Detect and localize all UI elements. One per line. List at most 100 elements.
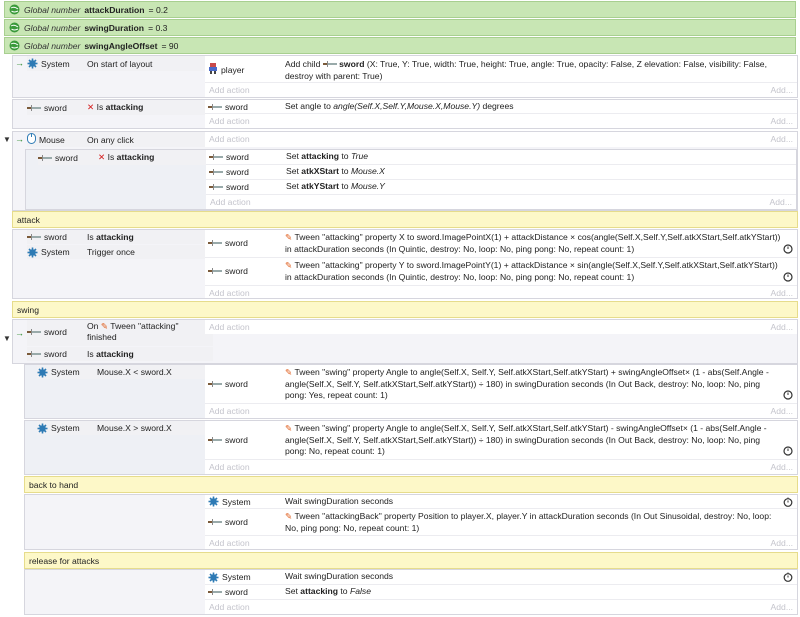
- gear-icon: [37, 423, 48, 434]
- action-row[interactable]: sword Set attacking to False: [205, 585, 797, 600]
- tween-icon: ✎: [285, 367, 293, 377]
- add-action-link[interactable]: Add action Add...: [205, 83, 797, 97]
- add-action-link[interactable]: Add action Add...: [205, 460, 797, 474]
- group-release-for-attacks-header[interactable]: release for attacks: [24, 552, 798, 569]
- global-var-name: attackDuration: [84, 4, 145, 15]
- tween-icon: ✎: [285, 511, 293, 521]
- condition-row[interactable]: System Trigger once: [27, 245, 213, 259]
- player-sprite-icon: [208, 63, 218, 76]
- event-mouse-any-click[interactable]: → Mouse On any click Add action Add... sw…: [12, 131, 798, 211]
- condition-row[interactable]: sword Is attacking: [27, 230, 213, 244]
- sword-icon: [208, 238, 222, 248]
- collapse-toggle-icon[interactable]: ▼: [3, 334, 11, 343]
- sword-icon: [322, 59, 337, 69]
- sword-icon: [208, 587, 222, 597]
- event-release-for-attacks[interactable]: System Wait swingDuration seconds sword …: [24, 569, 798, 615]
- condition-row[interactable]: sword On ✎ Tween "attacking" finished: [27, 320, 213, 346]
- action-row[interactable]: sword ✎ Tween "swing" property Angle to …: [205, 421, 797, 460]
- global-var-value: = 90: [161, 40, 179, 51]
- condition-object: sword: [44, 102, 67, 113]
- add-action-link[interactable]: Add action Add...: [205, 536, 797, 550]
- globe-icon: [9, 40, 20, 51]
- invert-x-icon: ✕: [87, 102, 95, 112]
- global-var-swingDuration[interactable]: Global number swingDuration = 0.3: [4, 19, 796, 36]
- add-action-link[interactable]: Add action Add...: [205, 404, 797, 418]
- gear-icon: [27, 247, 38, 258]
- event-on-start-of-layout[interactable]: → System On start of layout player Add c…: [12, 55, 798, 98]
- sub-event-mouse-left-of-sword[interactable]: System Mouse.X < sword.X sword ✎ Tween "…: [24, 364, 798, 419]
- sword-icon: [208, 379, 222, 389]
- action-row[interactable]: System Wait swingDuration seconds: [205, 570, 797, 585]
- action-object: player: [221, 64, 245, 75]
- sword-icon: [27, 327, 41, 337]
- action-column: sword Set attacking to True sword Set at…: [206, 150, 796, 209]
- timer-icon: [783, 272, 793, 284]
- action-row[interactable]: sword Set atkXStart to Mouse.X: [206, 165, 796, 180]
- global-var-swingAngleOffset[interactable]: Global number swingAngleOffset = 90: [4, 37, 796, 54]
- invert-x-icon: ✕: [98, 152, 106, 162]
- globe-icon: [9, 22, 20, 33]
- condition-row[interactable]: System Mouse.X > sword.X: [37, 421, 205, 435]
- sword-icon: [27, 103, 41, 113]
- sub-event-mouse-right-of-sword[interactable]: System Mouse.X > sword.X sword ✎ Tween "…: [24, 420, 798, 475]
- action-column: player Add child sword (X: True, Y: True…: [205, 56, 797, 97]
- condition-row[interactable]: Mouse On any click: [27, 132, 213, 147]
- group-back-to-hand-header[interactable]: back to hand: [24, 476, 798, 493]
- sword-icon: [27, 349, 41, 359]
- action-row[interactable]: sword Set angle to angle(Self.X,Self.Y,M…: [205, 100, 797, 114]
- condition-row[interactable]: sword ✕ Is attacking: [27, 100, 213, 115]
- group-attack-header[interactable]: attack: [12, 211, 798, 228]
- event-sword-not-attacking[interactable]: sword ✕ Is attacking sword Set angle to …: [12, 99, 798, 129]
- gear-icon: [37, 367, 48, 378]
- globe-icon: [9, 4, 20, 15]
- sub-event-sword-not-attacking[interactable]: sword ✕ Is attacking sword Set attacking…: [25, 149, 797, 210]
- global-var-name: swingDuration: [84, 22, 145, 33]
- timer-icon: [783, 244, 793, 256]
- gear-icon: [208, 572, 219, 583]
- condition-row[interactable]: System Mouse.X < sword.X: [37, 365, 205, 379]
- gear-icon: [208, 496, 219, 507]
- action-row[interactable]: sword Set attacking to True: [206, 150, 796, 165]
- add-action-link[interactable]: Add action Add...: [205, 600, 797, 614]
- event-attacking-trigger-once[interactable]: sword Is attacking System Trigger once s…: [12, 229, 798, 299]
- add-action-link[interactable]: Add action Add...: [206, 195, 796, 209]
- action-child-object: sword: [339, 59, 365, 69]
- action-row[interactable]: sword ✎ Tween "swing" property Angle to …: [205, 365, 797, 404]
- add-action-link[interactable]: Add action Add...: [205, 132, 797, 146]
- action-column: System Wait swingDuration seconds sword …: [205, 570, 797, 614]
- sword-icon: [209, 152, 223, 162]
- action-row[interactable]: System Wait swingDuration seconds: [205, 495, 797, 509]
- global-var-prefix: Global number: [24, 4, 81, 15]
- action-row[interactable]: sword ✎ Tween "attackingBack" property P…: [205, 509, 797, 536]
- add-action-link[interactable]: Add action Add...: [205, 114, 797, 128]
- stopwatch-icon: [783, 572, 793, 584]
- action-column: System Wait swingDuration seconds sword …: [205, 495, 797, 549]
- sword-icon: [209, 182, 223, 192]
- event-back-to-hand[interactable]: System Wait swingDuration seconds sword …: [24, 494, 798, 550]
- condition-text: On start of layout: [87, 58, 153, 69]
- event-tween-attacking-finished[interactable]: → sword On ✎ Tween "attacking" finished …: [12, 319, 798, 364]
- trigger-arrow-icon: →: [15, 328, 24, 338]
- add-action-link[interactable]: Add action Add...: [205, 286, 797, 300]
- action-column: sword Set angle to angle(Self.X,Self.Y,M…: [205, 100, 797, 128]
- action-row[interactable]: sword ✎ Tween "attacking" property Y to …: [205, 258, 797, 286]
- condition-row[interactable]: sword Is attacking: [27, 347, 213, 361]
- stopwatch-icon: [783, 497, 793, 509]
- add-action-link[interactable]: Add action Add...: [205, 320, 797, 334]
- condition-object: System: [41, 58, 70, 69]
- sword-icon: [38, 153, 52, 163]
- mouse-icon: [27, 133, 36, 146]
- global-var-value: = 0.3: [148, 22, 168, 33]
- group-swing-header[interactable]: swing: [12, 301, 798, 318]
- sword-icon: [208, 266, 222, 276]
- collapse-toggle-icon[interactable]: ▼: [3, 135, 11, 144]
- action-row[interactable]: player Add child sword (X: True, Y: True…: [205, 56, 797, 83]
- event-sheet: Global number attackDuration = 0.2 Globa…: [0, 0, 800, 617]
- action-row[interactable]: sword ✎ Tween "attacking" property X to …: [205, 230, 797, 258]
- sword-icon: [208, 517, 222, 527]
- condition-row[interactable]: System On start of layout: [27, 56, 213, 71]
- global-var-attackDuration[interactable]: Global number attackDuration = 0.2: [4, 1, 796, 18]
- action-row[interactable]: sword Set atkYStart to Mouse.Y: [206, 180, 796, 195]
- timer-icon: [783, 446, 793, 458]
- condition-row[interactable]: sword ✕ Is attacking: [38, 150, 206, 165]
